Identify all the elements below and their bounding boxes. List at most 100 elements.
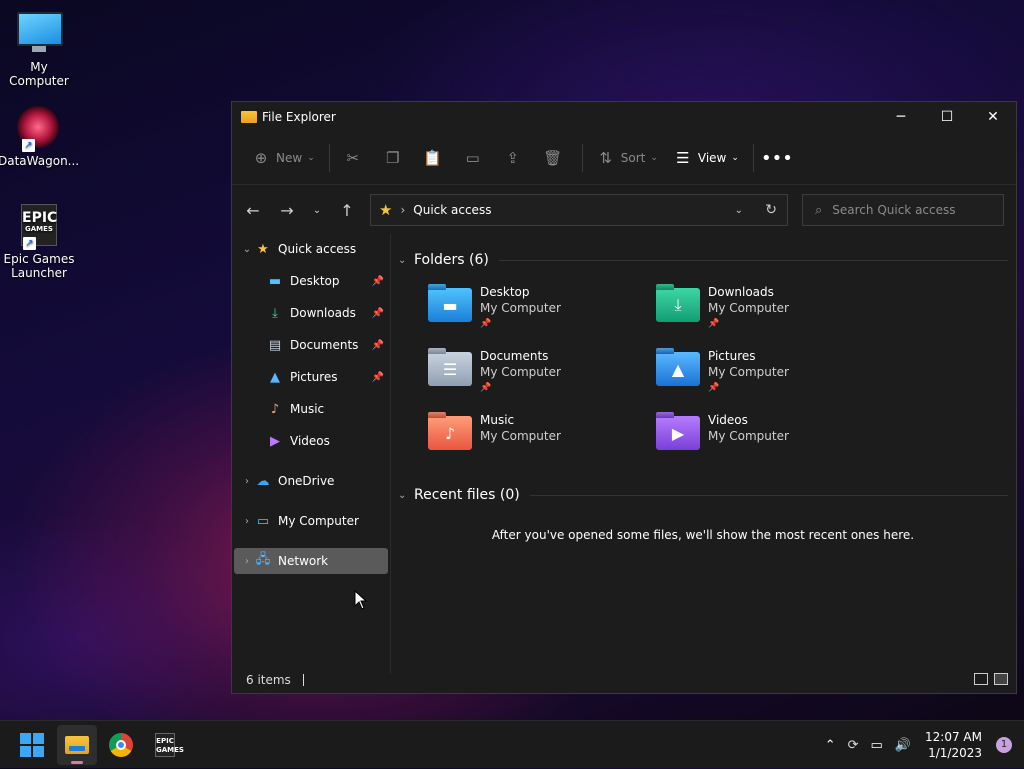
navigation-bar: ← → ⌄ ↑ ★ › Quick access ⌄ ↻ ⌕ <box>232 185 1016 235</box>
chevron-down-icon: ⌄ <box>307 153 315 163</box>
recent-files-empty-message: After you've opened some files, we'll sh… <box>491 528 915 542</box>
folder-tile-desktop[interactable]: ▬ Desktop My Computer 📌 <box>428 284 638 340</box>
folders-section-header[interactable]: ⌄ Folders (6) <box>398 252 1008 268</box>
pin-icon: 📌 <box>708 383 720 393</box>
folder-tile-pictures[interactable]: ▲ Pictures My Computer 📌 <box>656 348 866 404</box>
share-button[interactable]: ⇪ <box>496 142 536 174</box>
back-button[interactable]: ← <box>236 194 270 226</box>
sidebar-item-videos[interactable]: ▶ Videos <box>234 428 388 454</box>
download-icon: ⤓ <box>272 305 278 321</box>
sidebar-item-pictures[interactable]: ▲ Pictures 📌 <box>234 364 388 390</box>
sidebar-item-quick-access[interactable]: ⌄ ★ Quick access <box>234 236 388 262</box>
cloud-icon: ☁ <box>256 473 270 489</box>
start-button[interactable] <box>12 725 52 765</box>
pictures-icon: ▲ <box>270 369 280 385</box>
copy-button[interactable]: ❐ <box>376 142 416 174</box>
monitor-icon <box>17 12 63 56</box>
item-count: 6 items <box>246 673 291 687</box>
pin-icon: 📌 <box>480 383 492 393</box>
videos-folder-icon: ▶ <box>656 416 700 450</box>
search-box[interactable]: ⌕ <box>802 194 1004 226</box>
chevron-down-icon[interactable]: ⌄ <box>240 244 254 255</box>
search-input[interactable] <box>830 202 995 218</box>
network-display-icon[interactable]: ▭ <box>871 738 883 753</box>
recent-files-section-header[interactable]: ⌄ Recent files (0) <box>398 487 1008 503</box>
chevron-right-icon[interactable]: › <box>240 476 254 487</box>
folder-location: My Computer <box>708 365 789 379</box>
rename-icon: ▭ <box>465 149 480 167</box>
pictures-folder-icon: ▲ <box>656 352 700 386</box>
notification-badge[interactable]: 1 <box>996 737 1012 753</box>
recent-locations-button[interactable]: ⌄ <box>304 194 330 226</box>
sidebar-item-documents[interactable]: ▤ Documents 📌 <box>234 332 388 358</box>
pin-icon: 📌 <box>371 339 384 351</box>
rename-button[interactable]: ▭ <box>456 142 496 174</box>
desktop-icon-label: DataWagon... <box>0 154 80 168</box>
sync-icon[interactable]: ⟳ <box>848 738 859 753</box>
paste-button[interactable]: 📋 <box>416 142 456 174</box>
minimize-button[interactable]: ─ <box>878 102 924 132</box>
sidebar-item-my-computer[interactable]: › ▭ My Computer <box>234 508 388 534</box>
pin-icon: 📌 <box>480 319 492 329</box>
cut-button[interactable]: ✂ <box>336 142 376 174</box>
title-bar[interactable]: File Explorer ─ ☐ ✕ <box>232 102 1016 132</box>
address-dropdown-icon[interactable]: ⌄ <box>735 205 743 216</box>
video-icon: ▶ <box>270 433 280 449</box>
volume-icon[interactable]: 🔊 <box>895 738 911 753</box>
trash-icon: 🗑 <box>543 149 563 167</box>
sort-button[interactable]: ⇅ Sort ⌄ <box>589 142 666 174</box>
folder-tile-documents[interactable]: ☰ Documents My Computer 📌 <box>428 348 638 404</box>
address-bar[interactable]: ★ › Quick access ⌄ ↻ <box>370 194 788 226</box>
epic-games-icon: EPIC GAMES ↗ <box>17 204 61 250</box>
document-icon: ▤ <box>268 337 282 353</box>
download-folder-icon: ⤓ <box>656 288 700 322</box>
content-pane: ⌄ Folders (6) ▬ Desktop My Computer 📌 ⤓ … <box>398 234 1008 664</box>
chevron-right-icon[interactable]: › <box>240 516 254 527</box>
view-list-icon: ☰ <box>676 149 690 167</box>
sidebar-item-label: Downloads <box>290 306 356 320</box>
sidebar-item-desktop[interactable]: ▬ Desktop 📌 <box>234 268 388 294</box>
chevron-up-icon[interactable]: ⌃ <box>825 738 836 753</box>
taskbar-file-explorer[interactable] <box>57 725 97 765</box>
star-icon: ★ <box>257 241 269 257</box>
desktop-icon-datawagon[interactable]: ↗ DataWagon... <box>0 106 80 168</box>
arrow-right-icon: → <box>280 200 294 220</box>
folder-name: Documents <box>480 349 549 363</box>
folder-tile-music[interactable]: ♪ Music My Computer <box>428 412 638 468</box>
more-options-button[interactable]: ••• <box>760 142 800 174</box>
close-button[interactable]: ✕ <box>970 102 1016 132</box>
pin-icon: 📌 <box>371 307 384 319</box>
details-view-button[interactable] <box>974 673 988 685</box>
clock[interactable]: 12:07 AM 1/1/2023 <box>925 729 982 761</box>
chrome-icon <box>109 733 133 757</box>
taskbar-chrome[interactable] <box>101 725 141 765</box>
sidebar-item-downloads[interactable]: ⤓ Downloads 📌 <box>234 300 388 326</box>
sidebar-item-onedrive[interactable]: › ☁ OneDrive <box>234 468 388 494</box>
sidebar-item-network[interactable]: › 🖧 Network <box>234 548 388 574</box>
taskbar-epic-games[interactable]: EPIC GAMES <box>145 725 185 765</box>
view-button[interactable]: ☰ View ⌄ <box>666 142 747 174</box>
folder-tile-videos[interactable]: ▶ Videos My Computer <box>656 412 866 468</box>
sidebar-item-music[interactable]: ♪ Music <box>234 396 388 422</box>
chevron-right-icon: › <box>400 203 406 217</box>
new-button[interactable]: ⊕ New ⌄ <box>244 142 323 174</box>
refresh-icon[interactable]: ↻ <box>765 202 777 218</box>
delete-button[interactable]: 🗑 <box>536 142 576 174</box>
desktop-icon-my-computer[interactable]: My Computer <box>0 10 79 88</box>
view-label: View <box>697 151 727 165</box>
forward-button[interactable]: → <box>270 194 304 226</box>
sidebar-item-label: Videos <box>290 434 330 448</box>
folder-tile-downloads[interactable]: ⤓ Downloads My Computer 📌 <box>656 284 866 340</box>
taskbar: EPIC GAMES ⌃ ⟳ ▭ 🔊 12:07 AM 1/1/2023 1 <box>0 720 1024 768</box>
tiles-view-button[interactable] <box>994 673 1008 685</box>
up-button[interactable]: ↑ <box>330 194 364 226</box>
maximize-button[interactable]: ☐ <box>924 102 970 132</box>
pin-icon: 📌 <box>371 371 384 383</box>
desktop-folder-icon: ▬ <box>268 273 282 289</box>
desktop-icon-epic-games[interactable]: EPIC GAMES ↗ Epic Games Launcher <box>0 204 79 280</box>
folder-icon <box>241 111 257 123</box>
sidebar-item-label: Pictures <box>290 370 338 384</box>
status-bar: 6 items <box>232 667 1016 693</box>
chevron-right-icon[interactable]: › <box>240 556 254 567</box>
section-title: Recent files (0) <box>414 487 520 503</box>
